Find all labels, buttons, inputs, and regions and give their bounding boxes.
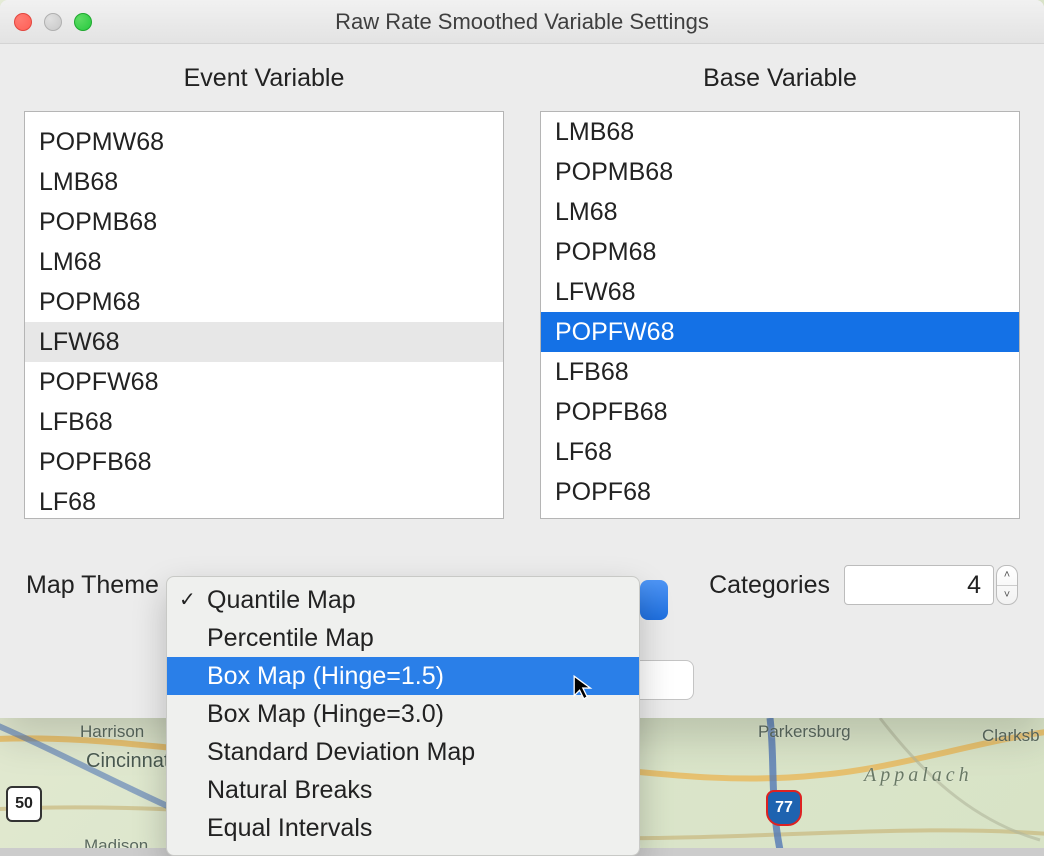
dropdown-item[interactable]: Equal Intervals <box>167 809 639 847</box>
route-shield-icon: 50 <box>6 786 42 822</box>
list-item[interactable]: POPFW68 <box>25 362 503 402</box>
window-title: Raw Rate Smoothed Variable Settings <box>12 9 1032 35</box>
base-variable-header: Base Variable <box>540 64 1020 93</box>
map-theme-dropdown[interactable]: ✓ Quantile Map Percentile Map Box Map (Hing… <box>166 576 640 856</box>
map-label: Cincinnati <box>86 750 174 773</box>
map-theme-label: Map Theme <box>26 571 159 600</box>
categories-label: Categories <box>709 571 830 600</box>
list-item[interactable]: POPMB68 <box>541 152 1019 192</box>
list-item[interactable]: LF68 <box>25 482 503 519</box>
list-item[interactable]: POPM68 <box>541 232 1019 272</box>
titlebar: Raw Rate Smoothed Variable Settings <box>0 0 1044 44</box>
list-item[interactable]: LF68 <box>541 432 1019 472</box>
maximize-icon[interactable] <box>74 13 92 31</box>
map-label: Harrison <box>80 722 144 742</box>
stepper-down-icon[interactable]: ˅ <box>997 586 1017 605</box>
list-item[interactable]: LFW68 <box>25 322 503 362</box>
dropdown-item-label: Equal Intervals <box>207 814 372 843</box>
map-theme-combo-arrow[interactable] <box>640 580 668 620</box>
list-item[interactable]: POPFB68 <box>25 442 503 482</box>
event-variable-column: Event Variable POPMW68LMB68POPMB68LM68PO… <box>24 64 504 519</box>
list-item[interactable]: POPFB68 <box>541 392 1019 432</box>
list-item[interactable]: LFW68 <box>541 272 1019 312</box>
dropdown-item[interactable]: Box Map (Hinge=1.5) <box>167 657 639 695</box>
close-icon[interactable] <box>14 13 32 31</box>
dropdown-item[interactable]: ✓ Quantile Map <box>167 581 639 619</box>
stepper-up-icon[interactable]: ˄ <box>997 566 1017 586</box>
dialog-content: Event Variable POPMW68LMB68POPMB68LM68PO… <box>0 44 1044 625</box>
categories-field-wrap: ˄ ˅ <box>844 565 1018 605</box>
dropdown-item-label: Quantile Map <box>207 586 356 615</box>
dropdown-item[interactable]: Natural Breaks <box>167 771 639 809</box>
map-label: Appalach <box>864 764 973 787</box>
map-label: Madison <box>84 836 148 848</box>
list-item[interactable]: POPMW68 <box>25 122 503 162</box>
list-item[interactable]: POPMB68 <box>25 202 503 242</box>
event-variable-listbox[interactable]: POPMW68LMB68POPMB68LM68POPM68LFW68POPFW6… <box>24 111 504 519</box>
map-label: Parkersburg <box>758 722 851 742</box>
dropdown-item-label: Percentile Map <box>207 624 374 653</box>
dropdown-item[interactable]: Percentile Map <box>167 619 639 657</box>
dropdown-item-label: Box Map (Hinge=1.5) <box>207 662 444 691</box>
dropdown-item-label: Standard Deviation Map <box>207 738 475 767</box>
event-variable-header: Event Variable <box>24 64 504 93</box>
list-item[interactable]: LM68 <box>25 242 503 282</box>
minimize-icon[interactable] <box>44 13 62 31</box>
list-item[interactable]: LFB68 <box>541 352 1019 392</box>
dropdown-item[interactable]: Box Map (Hinge=3.0) <box>167 695 639 733</box>
categories-stepper[interactable]: ˄ ˅ <box>996 565 1018 605</box>
categories-input[interactable] <box>844 565 994 605</box>
window-controls <box>14 13 92 31</box>
list-item[interactable]: LMB68 <box>25 162 503 202</box>
list-item[interactable]: POPFW68 <box>541 312 1019 352</box>
list-item[interactable]: POPM68 <box>25 282 503 322</box>
map-label: Clarksb <box>982 726 1040 746</box>
list-item[interactable] <box>25 111 503 122</box>
list-item[interactable]: POPF68 <box>541 472 1019 512</box>
dropdown-item-label: Natural Breaks <box>207 776 372 805</box>
list-item[interactable]: LFB68 <box>25 402 503 442</box>
route-shield-icon: 77 <box>766 790 802 826</box>
base-variable-column: Base Variable LMB68POPMB68LM68POPM68LFW6… <box>540 64 1020 519</box>
check-icon: ✓ <box>179 587 196 612</box>
dropdown-item-label: Box Map (Hinge=3.0) <box>207 700 444 729</box>
base-variable-listbox[interactable]: LMB68POPMB68LM68POPM68LFW68POPFW68LFB68P… <box>540 111 1020 519</box>
list-item[interactable]: LMB68 <box>541 112 1019 152</box>
dropdown-item[interactable]: Standard Deviation Map <box>167 733 639 771</box>
list-item[interactable]: LM68 <box>541 192 1019 232</box>
